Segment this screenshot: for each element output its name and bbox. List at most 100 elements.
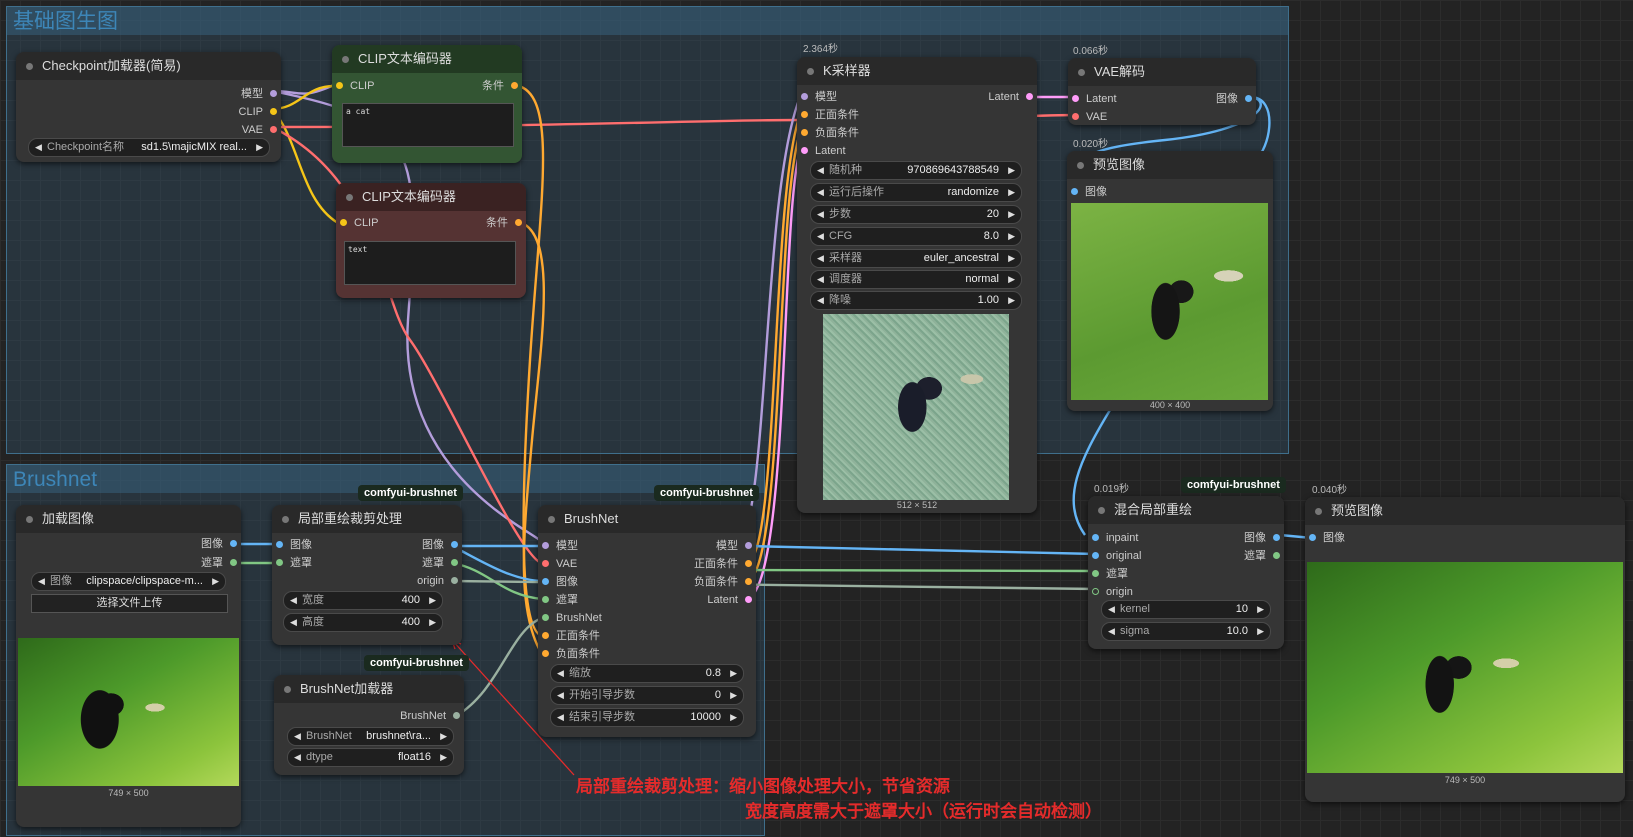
- collapse-dot-icon[interactable]: [1098, 507, 1105, 514]
- output-negative[interactable]: 负面条件: [694, 575, 752, 589]
- latent-pin-icon[interactable]: [1026, 93, 1033, 100]
- seed-widget[interactable]: ◀ 随机种 970869643788549 ▶: [810, 161, 1022, 180]
- node-preview-image-1[interactable]: 预览图像 图像 400 × 400: [1067, 151, 1273, 411]
- arrow-right-icon[interactable]: ▶: [1008, 250, 1015, 267]
- node-vae-decode[interactable]: VAE解码 Latent VAE 图像: [1068, 58, 1256, 125]
- node-title[interactable]: CLIP文本编码器: [336, 183, 526, 211]
- collapse-dot-icon[interactable]: [1078, 69, 1085, 76]
- vae-pin-icon[interactable]: [1072, 113, 1079, 120]
- input-mask[interactable]: 遮罩: [542, 593, 578, 607]
- node-load-image[interactable]: 加载图像 图像 遮罩 ◀ 图像 clipspace/clipspace-m... ▶ …: [16, 505, 241, 827]
- latent-pin-icon[interactable]: [1072, 95, 1079, 102]
- cond-pin-icon[interactable]: [801, 129, 808, 136]
- arrow-right-icon[interactable]: ▶: [1257, 601, 1264, 618]
- node-brushnet[interactable]: BrushNet 模型 VAE 图像 遮罩 BrushNet 正面条件 负面条件…: [538, 505, 756, 737]
- arrow-right-icon[interactable]: ▶: [429, 614, 436, 631]
- image-pin-icon[interactable]: [451, 541, 458, 548]
- input-image[interactable]: 图像: [276, 538, 312, 552]
- input-mask[interactable]: 遮罩: [276, 556, 312, 570]
- arrow-left-icon[interactable]: ◀: [1108, 623, 1115, 640]
- brushnet-model-combo[interactable]: ◀ BrushNet brushnet\ra... ▶: [287, 727, 454, 746]
- output-image[interactable]: 图像: [422, 538, 458, 552]
- sigma-widget[interactable]: ◀ sigma 10.0 ▶: [1101, 622, 1271, 641]
- dtype-combo[interactable]: ◀ dtype float16 ▶: [287, 748, 454, 767]
- image-pin-icon[interactable]: [1092, 534, 1099, 541]
- end-step-widget[interactable]: ◀ 结束引导步数 10000 ▶: [550, 708, 744, 727]
- node-title[interactable]: 预览图像: [1067, 151, 1273, 179]
- image-pin-icon[interactable]: [1273, 534, 1280, 541]
- sampler-widget[interactable]: ◀ 采样器 euler_ancestral ▶: [810, 249, 1022, 268]
- output-image[interactable]: 图像: [1216, 92, 1252, 106]
- arrow-left-icon[interactable]: ◀: [817, 228, 824, 245]
- scale-widget[interactable]: ◀ 缩放 0.8 ▶: [550, 664, 744, 683]
- input-model[interactable]: 模型: [542, 539, 578, 553]
- origin-pin-icon[interactable]: [451, 577, 458, 584]
- collapse-dot-icon[interactable]: [1315, 508, 1322, 515]
- collapse-dot-icon[interactable]: [807, 68, 814, 75]
- arrow-left-icon[interactable]: ◀: [817, 292, 824, 309]
- arrow-right-icon[interactable]: ▶: [1008, 206, 1015, 223]
- collapse-dot-icon[interactable]: [282, 516, 289, 523]
- vae-pin-icon[interactable]: [542, 560, 549, 567]
- image-pin-icon[interactable]: [1071, 188, 1078, 195]
- arrow-left-icon[interactable]: ◀: [294, 728, 301, 745]
- image-pin-icon[interactable]: [1092, 552, 1099, 559]
- output-conditioning[interactable]: 条件: [482, 79, 518, 93]
- arrow-right-icon[interactable]: ▶: [256, 139, 263, 156]
- node-checkpoint-loader[interactable]: Checkpoint加载器(简易) 模型 CLIP VAE ◀ Checkpoi…: [16, 52, 281, 162]
- collapse-dot-icon[interactable]: [26, 516, 33, 523]
- arrow-left-icon[interactable]: ◀: [817, 162, 824, 179]
- mask-pin-icon[interactable]: [542, 596, 549, 603]
- output-image[interactable]: 图像: [1244, 531, 1280, 545]
- output-origin[interactable]: origin: [417, 574, 458, 588]
- input-mask[interactable]: 遮罩: [1092, 567, 1128, 581]
- arrow-left-icon[interactable]: ◀: [290, 592, 297, 609]
- arrow-left-icon[interactable]: ◀: [817, 184, 824, 201]
- model-pin-icon[interactable]: [745, 542, 752, 549]
- height-widget[interactable]: ◀ 高度 400 ▶: [283, 613, 443, 632]
- mask-pin-icon[interactable]: [230, 559, 237, 566]
- node-blend-inpaint[interactable]: 混合局部重绘 inpaint original 遮罩 origin 图像 遮罩 …: [1088, 496, 1284, 649]
- collapse-dot-icon[interactable]: [548, 516, 555, 523]
- cfg-widget[interactable]: ◀ CFG 8.0 ▶: [810, 227, 1022, 246]
- node-title[interactable]: 加载图像: [16, 505, 241, 533]
- arrow-right-icon[interactable]: ▶: [1257, 623, 1264, 640]
- cond-pin-icon[interactable]: [745, 560, 752, 567]
- start-step-widget[interactable]: ◀ 开始引导步数 0 ▶: [550, 686, 744, 705]
- arrow-left-icon[interactable]: ◀: [557, 665, 564, 682]
- arrow-right-icon[interactable]: ▶: [1008, 162, 1015, 179]
- brushnet-pin-icon[interactable]: [542, 614, 549, 621]
- input-positive[interactable]: 正面条件: [542, 629, 600, 643]
- scheduler-widget[interactable]: ◀ 调度器 normal ▶: [810, 270, 1022, 289]
- output-model[interactable]: 模型: [716, 539, 752, 553]
- arrow-right-icon[interactable]: ▶: [440, 728, 447, 745]
- cond-pin-icon[interactable]: [511, 82, 518, 89]
- collapse-dot-icon[interactable]: [1077, 162, 1084, 169]
- cond-pin-icon[interactable]: [745, 578, 752, 585]
- mask-pin-icon[interactable]: [1092, 570, 1099, 577]
- model-pin-icon[interactable]: [542, 542, 549, 549]
- origin-pin-icon[interactable]: [1092, 588, 1099, 595]
- input-vae[interactable]: VAE: [1072, 110, 1107, 124]
- node-title[interactable]: 混合局部重绘: [1088, 496, 1284, 524]
- node-brushnet-loader[interactable]: BrushNet加载器 BrushNet ◀ BrushNet brushnet\r…: [274, 675, 464, 775]
- node-title[interactable]: VAE解码: [1068, 58, 1256, 86]
- image-pin-icon[interactable]: [230, 540, 237, 547]
- arrow-right-icon[interactable]: ▶: [440, 749, 447, 766]
- input-model[interactable]: 模型: [801, 90, 837, 104]
- arrow-left-icon[interactable]: ◀: [38, 573, 45, 590]
- arrow-left-icon[interactable]: ◀: [817, 250, 824, 267]
- input-origin[interactable]: origin: [1092, 585, 1133, 599]
- collapse-dot-icon[interactable]: [26, 63, 33, 70]
- arrow-right-icon[interactable]: ▶: [429, 592, 436, 609]
- node-ksampler[interactable]: K采样器 模型 正面条件 负面条件 Latent Latent ◀ 随机种 9708…: [797, 57, 1037, 513]
- image-pin-icon[interactable]: [1245, 95, 1252, 102]
- output-mask[interactable]: 遮罩: [201, 556, 237, 570]
- image-pin-icon[interactable]: [542, 578, 549, 585]
- prompt-textarea[interactable]: text: [344, 241, 516, 285]
- input-latent[interactable]: Latent: [1072, 92, 1117, 106]
- control-after-generate-widget[interactable]: ◀ 运行后操作 randomize ▶: [810, 183, 1022, 202]
- kernel-widget[interactable]: ◀ kernel 10 ▶: [1101, 600, 1271, 619]
- arrow-left-icon[interactable]: ◀: [817, 271, 824, 288]
- arrow-left-icon[interactable]: ◀: [1108, 601, 1115, 618]
